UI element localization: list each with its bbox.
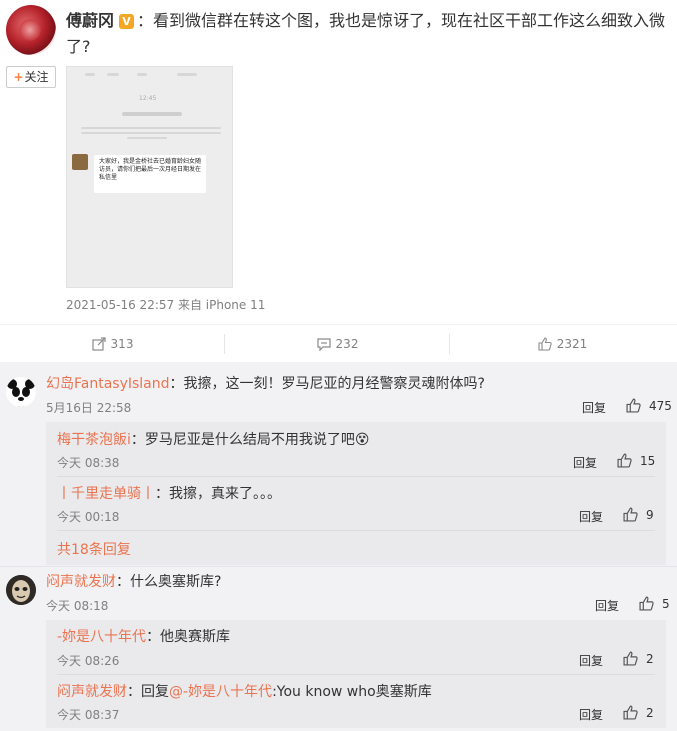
reply-button[interactable]: 回复 [579, 508, 603, 525]
image-sender-avatar [72, 154, 88, 170]
masked-face-avatar-icon [6, 575, 36, 605]
reply-time: 今天 08:38 [57, 456, 120, 470]
thumbs-up-icon [617, 453, 632, 468]
image-message-bubble: 大家好，我是金桥社去已婚育龄妇女随访员，请你们把最后一次月经日期发在私信里 [94, 155, 206, 193]
like-button[interactable]: 2321 [450, 325, 675, 363]
author-name[interactable]: 傅蔚冈 [66, 11, 114, 30]
reply-text: 闷声就发财：回复@-妳是八十年代:You know who奥塞斯库 [57, 684, 432, 700]
comment-time: 5月16日 22:58 [46, 401, 132, 415]
reply-like-button[interactable]: 9 [623, 507, 654, 522]
reply-text: -妳是八十年代：他奥赛斯库 [57, 629, 231, 645]
action-bar: 313 232 2321 [0, 324, 677, 362]
panda-avatar-icon [6, 377, 36, 407]
reply-like-button[interactable]: 2 [623, 705, 654, 720]
reply-button[interactable]: 回复 [573, 454, 597, 471]
comment-like-button[interactable]: 475 [626, 398, 672, 413]
post-image[interactable]: 12:45 大家好，我是金桥社去已婚育龄妇女随访员，请你们把最后一次月经日期发在… [66, 66, 233, 288]
replier-name[interactable]: -妳是八十年代 [57, 629, 146, 645]
reply-button[interactable]: 回复 [579, 652, 603, 669]
replier-name[interactable]: 闷声就发财 [57, 684, 127, 700]
emoji-icon: 😵 [354, 432, 370, 448]
reply-text: 梅干茶泡飯i：罗马尼亚是什么结局不用我说了吧😵 [57, 432, 370, 448]
commenter-avatar[interactable] [6, 377, 36, 407]
comment-like-button[interactable]: 5 [639, 596, 670, 611]
author-avatar[interactable] [6, 5, 56, 55]
thumbs-up-icon [623, 705, 638, 720]
comment-text: 幻岛FantasyIsland：我擦，这一刻！罗马尼亚的月经警察灵魂附体吗? [46, 376, 485, 392]
repost-icon [91, 337, 106, 351]
thumbs-up-icon [639, 596, 654, 611]
thumbs-up-icon [623, 507, 638, 522]
verified-badge-icon: V [119, 14, 135, 29]
reply-like-button[interactable]: 2 [623, 651, 654, 666]
thumbs-up-icon [623, 651, 638, 666]
replier-name[interactable]: 丨千里走单骑丨 [57, 486, 155, 502]
mention-link[interactable]: @-妳是八十年代 [169, 684, 272, 700]
reply-button[interactable]: 回复 [595, 597, 619, 614]
comment-icon [316, 338, 331, 351]
post-text: 傅蔚冈 V ：看到微信群在转这个图，我也是惊讶了，现在社区干部工作这么细致入微了? [66, 11, 666, 56]
comment-time: 今天 08:18 [46, 599, 109, 613]
commenter-name[interactable]: 闷声就发财 [46, 574, 116, 590]
repost-button[interactable]: 313 [0, 325, 225, 363]
post-meta: 2021-05-16 22:57 来自 iPhone 11 [66, 298, 266, 312]
reply-time: 今天 08:37 [57, 708, 120, 722]
replier-name[interactable]: 梅干茶泡飯i [57, 432, 131, 448]
thumbs-up-icon [538, 337, 552, 351]
reply-like-button[interactable]: 15 [617, 453, 655, 468]
commenter-name[interactable]: 幻岛FantasyIsland [46, 376, 170, 392]
reply-time: 今天 08:26 [57, 654, 120, 668]
reply-time: 今天 00:18 [57, 510, 120, 524]
comment-button[interactable]: 232 [225, 325, 450, 363]
thumbs-up-icon [626, 398, 641, 413]
post-content: 看到微信群在转这个图，我也是惊讶了，现在社区干部工作这么细致入微了? [66, 11, 666, 56]
image-time: 12:45 [139, 95, 157, 102]
comment-text: 闷声就发财：什么奥塞斯库? [46, 574, 222, 590]
reply-button[interactable]: 回复 [582, 399, 606, 416]
follow-button[interactable]: +关注 [6, 66, 56, 88]
commenter-avatar[interactable] [6, 575, 36, 605]
reply-text: 丨千里走单骑丨：我擦，真来了。。。 [57, 486, 281, 502]
reply-button[interactable]: 回复 [579, 706, 603, 723]
more-replies-link[interactable]: 共18条回复 [57, 539, 131, 559]
